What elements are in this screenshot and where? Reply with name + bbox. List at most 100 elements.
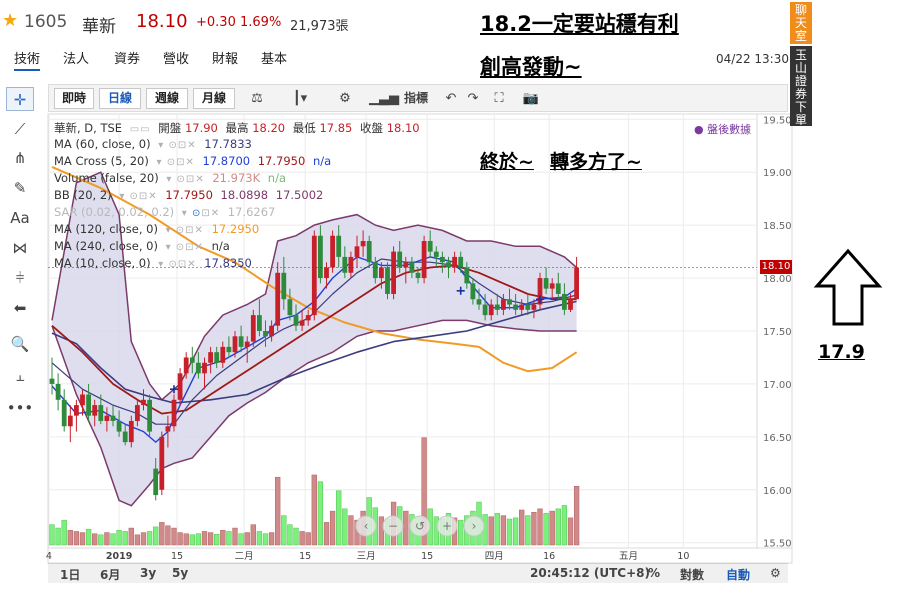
legend-controls-icon[interactable]: ▾ ⊙⊡✕ — [157, 157, 195, 168]
legend-controls-icon[interactable]: ▭▭ — [130, 124, 151, 135]
tab-technical[interactable]: 技術 — [14, 48, 41, 71]
tab-margin[interactable]: 資券 — [114, 48, 140, 67]
volume-bar — [348, 515, 354, 546]
volume-bar — [268, 532, 275, 546]
volume-bar — [134, 534, 141, 546]
crosshair-icon[interactable]: ✛ — [6, 87, 34, 111]
fib-fan-icon[interactable]: ⋔ — [6, 146, 34, 170]
candle-body — [318, 235, 323, 279]
range-5y-button[interactable]: 5y — [172, 566, 188, 580]
candle-body — [116, 420, 122, 432]
candle-body — [244, 341, 250, 347]
broker-order-tab[interactable]: 玉山證券下單 — [790, 46, 812, 127]
candle-body — [458, 256, 464, 268]
candle-body — [433, 251, 439, 257]
indicators-icon[interactable]: ▁▃▅ — [369, 88, 399, 109]
legend-ma120: MA (120, close, 0) ▾ ⊙⊡✕ 17.2950 — [54, 222, 263, 236]
candle-body — [324, 267, 329, 279]
tab-financials[interactable]: 財報 — [212, 48, 238, 67]
candle-body — [494, 304, 500, 310]
candle-body — [348, 256, 354, 273]
chart-nav-glyph: ↺ — [415, 519, 425, 533]
trend-line-icon[interactable]: ⟋ — [6, 117, 34, 141]
indicators-button[interactable]: 指標 — [401, 88, 431, 109]
star-icon[interactable]: ★ — [2, 10, 18, 31]
pattern-icon[interactable]: ⋈ — [6, 236, 34, 260]
volume-bar — [494, 513, 500, 546]
fullscreen-icon[interactable]: ⛶ — [489, 88, 509, 109]
candle-body — [86, 394, 91, 416]
price-tick-label: 16.50 — [763, 433, 792, 444]
gear-icon[interactable]: ⚙ — [335, 88, 355, 109]
volume-bar — [122, 531, 128, 546]
volume-bar — [153, 526, 159, 546]
candle-body — [366, 241, 372, 263]
annotation-line2: 創高發動~ — [480, 55, 582, 79]
brush-icon[interactable]: ✎ — [6, 176, 34, 200]
candle-body — [470, 283, 476, 300]
candle-body — [464, 267, 470, 284]
legend-close: 18.10 — [386, 121, 420, 135]
volume-bar — [183, 533, 189, 546]
range-6m-button[interactable]: 6月 — [100, 566, 120, 583]
volume-bar — [281, 515, 287, 546]
chat-room-tab[interactable]: 聊天室 — [790, 2, 812, 44]
range-1d-button[interactable]: 1日 — [60, 566, 80, 583]
ruler-icon[interactable]: ⫠ — [6, 364, 34, 388]
candle-body — [92, 405, 98, 416]
candle-body — [482, 304, 488, 316]
volume-bar — [537, 508, 543, 546]
tab-basics[interactable]: 基本 — [261, 48, 287, 67]
redo-icon[interactable]: ↷ — [463, 88, 483, 109]
volume-bar — [329, 510, 336, 546]
interval-weekly-button[interactable]: 週線 — [146, 88, 188, 109]
interval-monthly-button[interactable]: 月線 — [193, 88, 235, 109]
range-3y-button[interactable]: 3y — [140, 566, 156, 580]
gear-icon[interactable]: ⚙ — [770, 566, 781, 580]
clock-readout: 20:45:12 (UTC+8) — [530, 566, 650, 580]
legend-controls-icon[interactable]: ▾ ⊙⊡✕ — [158, 140, 196, 151]
legend-controls-icon[interactable]: ▾ ⊙⊡✕ — [166, 242, 204, 253]
auto-scale-button[interactable]: 自動 — [726, 566, 750, 583]
volume-bar — [171, 527, 177, 546]
legend-macross-label: MA Cross (5, 20) — [54, 154, 149, 168]
legend-controls-icon[interactable]: ▾ ⊙⊡✕ — [166, 225, 204, 236]
legend-sar: SAR (0.02, 0.02, 0.2) ▾ ⊙⊡✕ 17.6267 — [54, 205, 279, 219]
candle-body — [183, 357, 189, 374]
volume-bar — [244, 532, 250, 546]
legend-high: 18.20 — [252, 121, 286, 135]
undo-icon[interactable]: ↶ — [441, 88, 461, 109]
candle-body — [128, 420, 134, 443]
legend-high-label: 最高 — [225, 121, 249, 135]
measure-icon[interactable]: ⫩ — [6, 266, 34, 290]
candle-type-icon[interactable]: ┃▾ — [281, 88, 319, 109]
candle-body — [574, 267, 579, 300]
legend-controls-icon[interactable]: ▾ ⊙⊡✕ — [166, 174, 204, 185]
compare-scale-icon[interactable]: ⚖ — [245, 88, 269, 109]
time-tick-label: 2019 — [106, 551, 132, 562]
legend-bb: BB (20, 2) ▾ ⊙⊡✕ 17.7950 18.0898 17.5002 — [54, 188, 327, 202]
more-icon[interactable]: ••• — [6, 396, 34, 420]
interval-realtime-button[interactable]: 即時 — [54, 88, 94, 109]
tab-institutional[interactable]: 法人 — [63, 48, 89, 67]
zoom-icon[interactable]: 🔍 — [6, 332, 34, 356]
candle-body — [568, 299, 573, 310]
legend-controls-icon[interactable]: ▾ ⊙⊡✕ — [182, 208, 220, 219]
interval-daily-button[interactable]: 日線 — [99, 88, 141, 109]
time-tick-label: 15 — [421, 551, 433, 562]
after-hours-link[interactable]: ● 盤後數據 — [694, 121, 751, 137]
percent-scale-button[interactable]: % — [648, 566, 660, 580]
volume-bar — [256, 531, 263, 546]
tab-revenue[interactable]: 營收 — [163, 48, 189, 67]
candle-body — [488, 304, 494, 316]
log-scale-button[interactable]: 對數 — [680, 566, 704, 583]
arrow-left-icon[interactable]: ⬅ — [6, 296, 34, 320]
camera-icon[interactable]: 📷 — [521, 88, 541, 109]
annotation-title: 18.2一定要站穩有利 — [480, 12, 679, 36]
legend-controls-icon[interactable]: ▾ ⊙⊡✕ — [158, 259, 196, 270]
text-icon[interactable]: Aa — [6, 206, 34, 230]
legend-controls-icon[interactable]: ▾ ⊙⊡✕ — [119, 191, 157, 202]
time-tick-label: 4 — [46, 551, 52, 562]
candle-body — [104, 415, 110, 421]
candle-body — [208, 352, 213, 363]
